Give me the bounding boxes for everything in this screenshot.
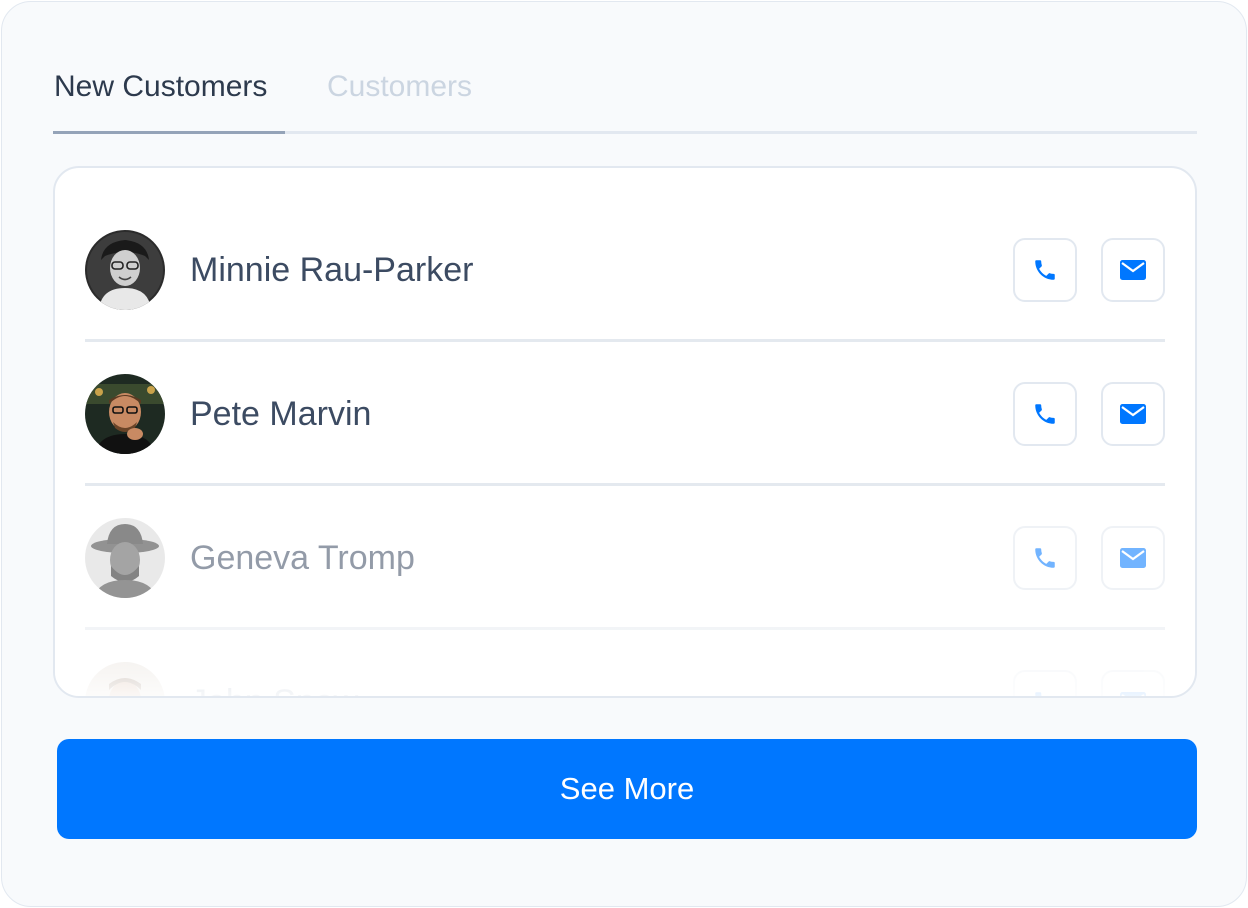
- new-customers-card: New Customers Customers Minnie Rau-Parke…: [1, 1, 1247, 907]
- email-button[interactable]: [1101, 526, 1165, 590]
- mail-icon: [1120, 260, 1146, 280]
- mail-icon: [1120, 548, 1146, 568]
- customer-name: Pete Marvin: [190, 395, 372, 433]
- list-item: Geneva Tromp: [85, 486, 1165, 630]
- avatar: [85, 230, 165, 310]
- avatar: [85, 662, 165, 696]
- email-button[interactable]: [1101, 238, 1165, 302]
- call-button[interactable]: [1013, 670, 1077, 696]
- mail-icon: [1120, 692, 1146, 696]
- avatar: [85, 374, 165, 454]
- phone-icon: [1035, 548, 1055, 568]
- phone-icon: [1035, 260, 1055, 280]
- mail-icon: [1120, 404, 1146, 424]
- customer-list[interactable]: Minnie Rau-Parker Pete Marvin Geneva Tro…: [53, 166, 1197, 698]
- email-button[interactable]: [1101, 382, 1165, 446]
- avatar: [85, 518, 165, 598]
- customer-name: John Snow: [190, 682, 358, 696]
- customer-name: Geneva Tromp: [190, 539, 415, 577]
- call-button[interactable]: [1013, 526, 1077, 590]
- call-button[interactable]: [1013, 238, 1077, 302]
- list-item: Pete Marvin: [85, 342, 1165, 486]
- call-button[interactable]: [1013, 382, 1077, 446]
- phone-icon: [1035, 404, 1055, 424]
- customer-name: Minnie Rau-Parker: [190, 251, 474, 289]
- see-more-button[interactable]: See More: [57, 739, 1197, 839]
- list-item: John Snow: [85, 630, 1165, 696]
- tab-customers[interactable]: Customers: [327, 70, 472, 104]
- tab-bar: New Customers Customers: [53, 2, 1197, 134]
- email-button[interactable]: [1101, 670, 1165, 696]
- active-tab-indicator: [53, 131, 285, 134]
- tab-new-customers[interactable]: New Customers: [54, 70, 267, 104]
- list-item: Minnie Rau-Parker: [85, 198, 1165, 342]
- phone-icon: [1035, 692, 1042, 696]
